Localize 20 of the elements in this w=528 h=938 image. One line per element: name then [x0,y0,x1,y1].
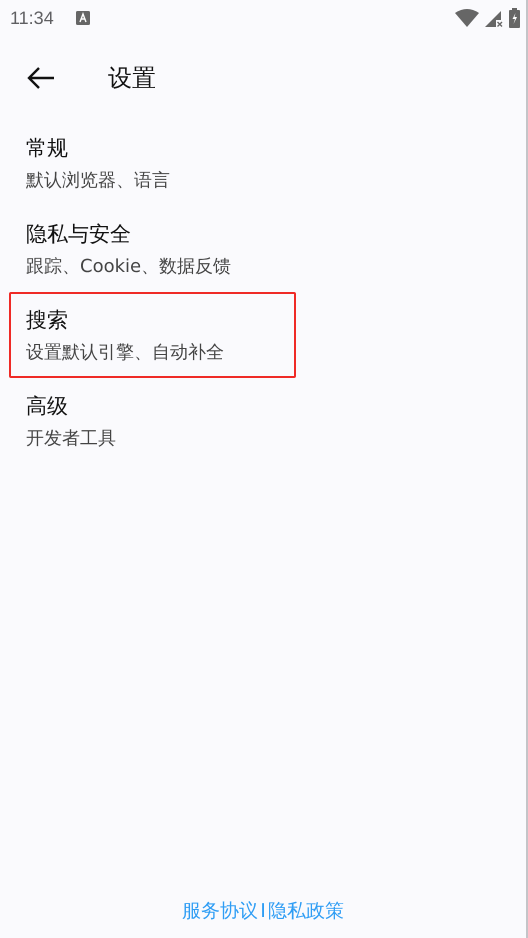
back-icon[interactable] [26,66,56,90]
wifi-icon [455,9,479,27]
item-subtitle: 开发者工具 [26,427,117,450]
item-subtitle: 设置默认引擎、自动补全 [26,341,225,364]
status-time: 11:34 [10,8,54,28]
signal-icon [485,9,503,27]
item-subtitle: 跟踪、Cookie、数据反馈 [26,255,232,278]
page-title: 设置 [108,63,156,94]
settings-item[interactable]: 搜索 设置默认引擎、自动补全 [9,292,296,378]
battery-icon [509,8,520,28]
item-title: 隐私与安全 [26,221,132,248]
item-title: 搜索 [26,307,69,334]
item-subtitle: 默认浏览器、语言 [26,169,171,192]
settings-item[interactable]: 高级 开发者工具 [9,378,296,464]
item-title: 常规 [26,135,69,162]
keyboard-icon [76,11,90,25]
item-title: 高级 [26,393,69,420]
settings-item[interactable]: 常规 默认浏览器、语言 [9,120,296,206]
link-separator: I [260,900,266,922]
settings-item[interactable]: 隐私与安全 跟踪、Cookie、数据反馈 [9,206,296,292]
